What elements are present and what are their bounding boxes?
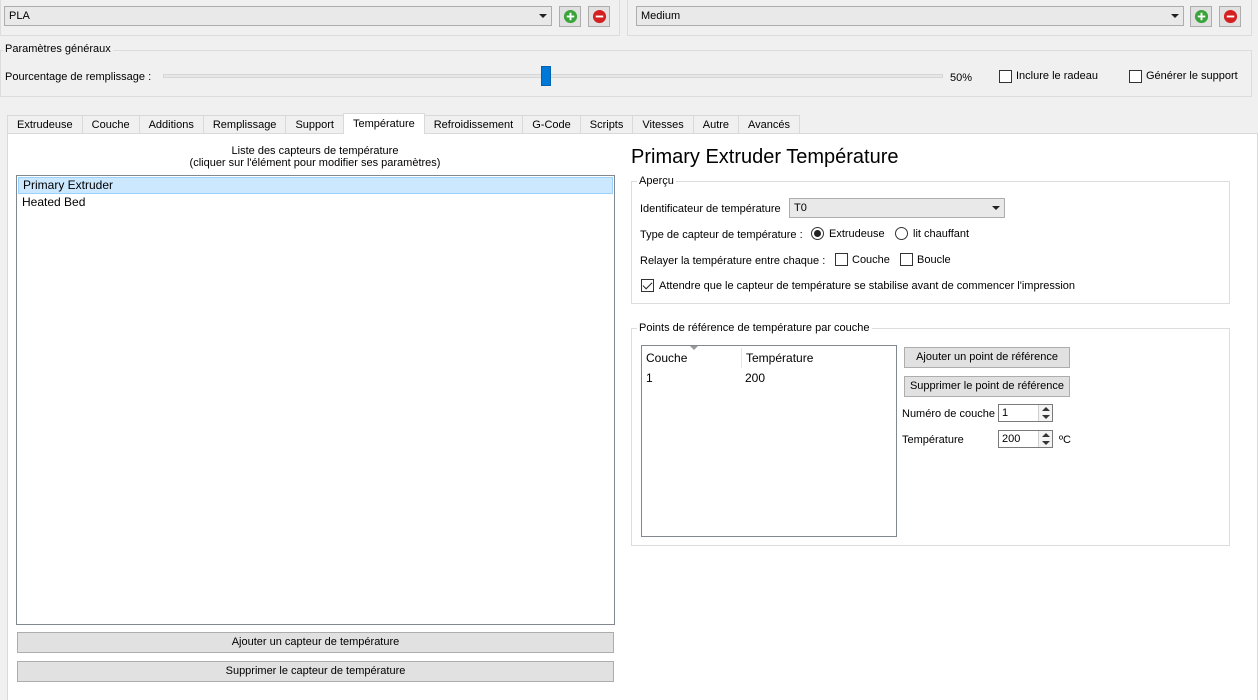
column-header-temperature[interactable]: Température <box>746 348 813 368</box>
identifier-select-value: T0 <box>794 202 807 214</box>
tab-g-code[interactable]: G-Code <box>522 115 581 134</box>
chevron-down-icon <box>1171 14 1179 18</box>
tab-temp-rature[interactable]: Température <box>342 113 425 134</box>
add-setpoint-button[interactable]: Ajouter un point de référence <box>904 347 1070 368</box>
column-divider <box>741 348 742 368</box>
relay-loop-label: Boucle <box>917 254 951 266</box>
remove-sensor-button[interactable]: Supprimer le capteur de température <box>17 661 614 682</box>
wait-stabilize-checkbox[interactable] <box>641 279 654 292</box>
spin-up-icon <box>1042 407 1050 411</box>
identifier-select[interactable]: T0 <box>789 198 1005 218</box>
tab-scripts[interactable]: Scripts <box>579 115 634 134</box>
raft-label: Inclure le radeau <box>1016 70 1098 82</box>
chevron-down-icon <box>539 14 547 18</box>
sensor-detail-title: Primary Extruder Température <box>631 146 899 168</box>
chevron-down-icon <box>992 206 1000 210</box>
add-quality-button[interactable] <box>1190 6 1212 27</box>
type-extruder-radio[interactable] <box>811 227 824 240</box>
spin-buttons[interactable] <box>1038 405 1052 421</box>
tab-support[interactable]: Support <box>285 115 344 134</box>
general-params-title: Paramètres généraux <box>3 43 113 55</box>
relay-layer-checkbox[interactable] <box>835 253 848 266</box>
temperature-unit: ºC <box>1059 434 1071 446</box>
sensor-list: Primary Extruder Heated Bed <box>16 175 615 625</box>
quality-select[interactable]: Medium <box>636 6 1184 26</box>
type-bed-radio[interactable] <box>895 227 908 240</box>
remove-material-button[interactable] <box>588 6 610 27</box>
tab-remplissage[interactable]: Remplissage <box>202 115 287 134</box>
material-select-value: PLA <box>9 10 30 22</box>
remove-quality-button[interactable] <box>1219 6 1241 27</box>
layer-number-value: 1 <box>1002 407 1009 419</box>
minus-circle-icon <box>592 9 606 24</box>
temperature-label: Température <box>902 434 964 446</box>
infill-value: 50% <box>950 72 973 84</box>
wait-stabilize-label: Attendre que le capteur de température s… <box>659 280 1076 292</box>
layer-number-label: Numéro de couche <box>902 408 995 420</box>
infill-slider-thumb[interactable] <box>541 66 551 86</box>
infill-slider[interactable] <box>163 74 943 78</box>
tab-additions[interactable]: Additions <box>138 115 204 134</box>
settings-tabs: Extrudeuse Couche Additions Remplissage Supp… <box>7 113 801 134</box>
temperature-value: 200 <box>1002 433 1021 445</box>
remove-setpoint-button[interactable]: Supprimer le point de référence <box>904 376 1070 397</box>
infill-label: Pourcentage de remplissage : <box>5 71 152 83</box>
tab-extrudeuse[interactable]: Extrudeuse <box>7 115 83 134</box>
spin-up-icon <box>1042 433 1050 437</box>
add-sensor-button[interactable]: Ajouter un capteur de température <box>17 632 614 653</box>
overview-title: Aperçu <box>637 175 676 187</box>
relay-loop-checkbox[interactable] <box>900 253 913 266</box>
material-select[interactable]: PLA <box>4 6 552 26</box>
tab-autre[interactable]: Autre <box>692 115 740 134</box>
sensor-type-label: Type de capteur de température : <box>640 229 803 241</box>
tab-vitesses[interactable]: Vitesses <box>632 115 694 134</box>
identifier-label: Identificateur de température <box>640 203 781 215</box>
column-header-layer[interactable]: Couche <box>646 348 687 368</box>
table-cell-layer[interactable]: 1 <box>646 371 653 385</box>
sensor-list-item[interactable]: Primary Extruder <box>18 177 613 194</box>
plus-circle-icon <box>1194 9 1208 24</box>
setpoints-title: Points de référence de température par c… <box>637 322 872 334</box>
temperature-spinbox[interactable]: 200 <box>998 430 1053 448</box>
tab-couche[interactable]: Couche <box>81 115 140 134</box>
plus-circle-icon <box>563 9 577 24</box>
raft-checkbox[interactable] <box>999 70 1012 83</box>
support-label: Générer le support <box>1146 70 1238 82</box>
sensor-list-subheader: (cliquer sur l'élément pour modifier ses… <box>189 157 441 169</box>
spin-down-icon <box>1042 415 1050 419</box>
quality-select-value: Medium <box>641 10 681 22</box>
support-checkbox[interactable] <box>1129 70 1142 83</box>
type-bed-label: lit chauffant <box>913 228 970 240</box>
spin-down-icon <box>1042 441 1050 445</box>
sensor-list-item[interactable]: Heated Bed <box>18 194 613 211</box>
relay-layer-label: Couche <box>852 254 890 266</box>
add-material-button[interactable] <box>559 6 581 27</box>
minus-circle-icon <box>1223 9 1237 24</box>
sensor-list-header: Liste des capteurs de température <box>231 145 399 157</box>
table-cell-temperature[interactable]: 200 <box>745 371 765 385</box>
spin-buttons[interactable] <box>1038 431 1052 447</box>
relay-label: Relayer la température entre chaque : <box>640 255 826 267</box>
type-extruder-label: Extrudeuse <box>829 228 885 240</box>
layer-number-spinbox[interactable]: 1 <box>998 404 1053 422</box>
setpoints-table <box>641 345 897 537</box>
tab-refroidissement[interactable]: Refroidissement <box>423 115 524 134</box>
tab-avanc-s[interactable]: Avancés <box>738 115 801 134</box>
sort-indicator-icon <box>690 346 698 350</box>
